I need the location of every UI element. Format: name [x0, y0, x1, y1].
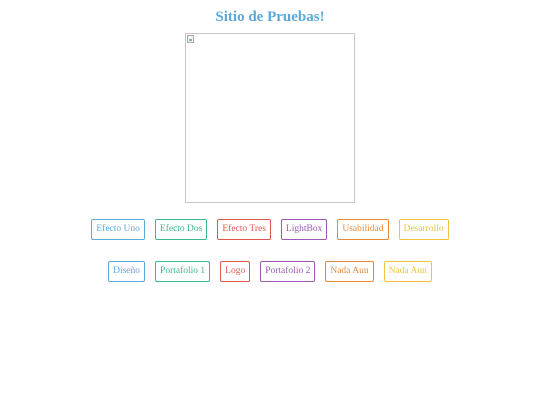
efecto-uno-button[interactable]: Efecto Uno: [91, 219, 145, 240]
nada-aun-button-2[interactable]: Nada Aun: [383, 261, 432, 282]
portafolio-2-button[interactable]: Portafolio 2: [260, 261, 316, 282]
button-row-1: Efecto Uno Efecto Dos Efecto Tres LightB…: [0, 219, 540, 240]
portafolio-1-button[interactable]: Portafolio 1: [155, 261, 211, 282]
lightbox-button[interactable]: LightBox: [280, 219, 328, 240]
usabilidad-button[interactable]: Usabilidad: [337, 219, 389, 240]
broken-image-icon: [187, 35, 194, 43]
diseno-button[interactable]: Diseño: [108, 261, 146, 282]
nada-aun-button-1[interactable]: Nada Aun: [325, 261, 374, 282]
desarrollo-button[interactable]: Desarrollo: [398, 219, 449, 240]
button-row-2: Diseño Portafolio 1 Logo Portafolio 2 Na…: [0, 261, 540, 282]
main-image: [185, 33, 355, 203]
page-title: Sitio de Pruebas!: [215, 9, 325, 25]
efecto-dos-button[interactable]: Efecto Dos: [154, 219, 208, 240]
efecto-tres-button[interactable]: Efecto Tres: [217, 219, 271, 240]
logo-button[interactable]: Logo: [220, 261, 251, 282]
